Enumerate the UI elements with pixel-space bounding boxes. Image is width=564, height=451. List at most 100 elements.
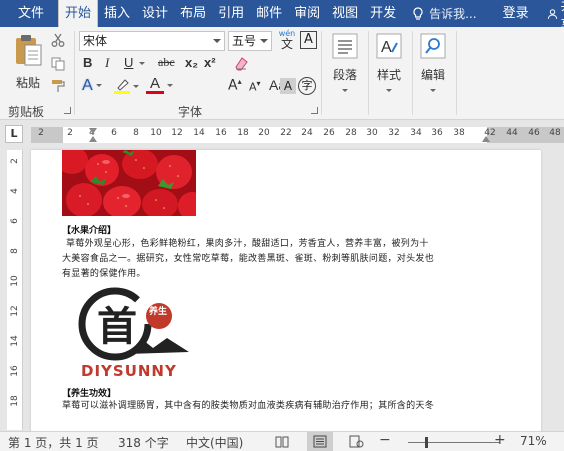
- tab-design[interactable]: 设计: [136, 0, 174, 27]
- shrink-font-button[interactable]: A▾: [249, 79, 261, 94]
- tab-file[interactable]: 文件: [0, 0, 58, 27]
- logo-character: 首: [97, 303, 137, 350]
- highlight-button[interactable]: [113, 77, 139, 98]
- print-layout-icon: [313, 435, 327, 448]
- group-divider: [412, 31, 413, 115]
- underline-button[interactable]: U: [124, 55, 133, 70]
- italic-button[interactable]: I: [105, 55, 109, 71]
- print-layout-button[interactable]: [307, 432, 333, 451]
- right-indent-marker[interactable]: [482, 136, 490, 142]
- vertical-ruler-number: 6: [10, 218, 20, 224]
- tab-home[interactable]: 开始: [58, 0, 99, 27]
- font-name-combo[interactable]: 宋体: [79, 31, 225, 51]
- editing-button[interactable]: 编辑: [414, 33, 452, 97]
- tab-review[interactable]: 审阅: [288, 0, 326, 27]
- word-count[interactable]: 318 个字: [118, 434, 169, 451]
- paragraph-button[interactable]: 段落: [326, 33, 364, 97]
- paragraph-line: 草莓外观呈心形，色彩鲜艳粉红，果肉多汁，酸甜适口，芳香宜人，营养丰富，被列为十: [66, 239, 429, 249]
- copy-icon[interactable]: [51, 57, 65, 71]
- logo-text: DIYSUNNY: [81, 362, 177, 380]
- search-icon: [420, 33, 446, 59]
- text-effects-button[interactable]: A: [82, 77, 102, 95]
- zoom-slider-thumb[interactable]: [425, 437, 428, 448]
- first-line-indent-marker[interactable]: [89, 128, 97, 134]
- ruler-number: 8: [133, 128, 139, 138]
- web-layout-icon[interactable]: [349, 435, 364, 448]
- ruler-row: L 2 2 4 6 8 10 12 14 16 18 20 22 24 26 28 30 32 34 36 38 42 4…: [0, 120, 564, 148]
- superscript-button[interactable]: x²: [204, 55, 216, 70]
- document-page[interactable]: 【水果介绍】 草莓外观呈心形，色彩鲜艳粉红，果肉多汁，酸甜适口，芳香宜人，营养丰…: [31, 150, 541, 431]
- ribbon-home: 粘贴 剪贴板 宋体 五号 wén 文 A B I U abc x₂ x² A A…: [0, 27, 564, 120]
- phonetic-guide-button[interactable]: wén 文: [277, 29, 297, 51]
- bold-button[interactable]: B: [83, 55, 92, 70]
- diysunny-logo[interactable]: 首 养生 DIYSUNNY: [75, 284, 195, 380]
- ruler-number: 10: [150, 128, 162, 138]
- strawberry-image[interactable]: [62, 150, 196, 216]
- strikethrough-button[interactable]: abc: [158, 55, 175, 70]
- login-link[interactable]: 登录: [497, 0, 535, 27]
- group-divider: [74, 31, 75, 115]
- document-area[interactable]: 【水果介绍】 草莓外观呈心形，色彩鲜艳粉红，果肉多汁，酸甜适口，芳香宜人，营养丰…: [24, 148, 564, 431]
- tab-references[interactable]: 引用: [212, 0, 250, 27]
- ruler-number: 22: [280, 128, 292, 138]
- ruler-number: 30: [366, 128, 378, 138]
- editing-label: 编辑: [420, 68, 445, 82]
- highlighter-icon: [114, 79, 130, 94]
- ruler-number: 16: [215, 128, 227, 138]
- zoom-level[interactable]: 71%: [520, 434, 547, 448]
- char-border-button[interactable]: A: [300, 31, 317, 49]
- read-mode-icon[interactable]: [275, 435, 289, 448]
- font-size-combo[interactable]: 五号: [228, 31, 272, 51]
- font-color-button[interactable]: A: [146, 76, 173, 94]
- vertical-ruler-number: 4: [10, 188, 20, 194]
- enclose-char-button[interactable]: 字: [298, 77, 316, 95]
- styles-button[interactable]: A 样式: [370, 33, 408, 97]
- section-heading-health: 【养生功效】: [62, 389, 117, 399]
- tab-selector[interactable]: L: [5, 125, 23, 143]
- phonetic-char: 文: [280, 37, 293, 51]
- format-painter-icon[interactable]: [51, 79, 65, 93]
- tab-view[interactable]: 视图: [326, 0, 364, 27]
- tell-me-search[interactable]: 告诉我...: [412, 5, 477, 22]
- tab-mailings[interactable]: 邮件: [250, 0, 288, 27]
- logo-badge-text: 养生: [148, 305, 167, 317]
- paragraph-health: 草莓可以滋补调理肠胃，其中含有的胺类物质对血液类疾病有辅助治疗作用；其所含的天冬: [62, 399, 522, 414]
- grow-font-button[interactable]: A▴: [228, 77, 242, 94]
- paragraph-line: 大美容食品之一。据研究，女性常吃草莓，能改善黑斑、雀斑、粉刺等肌肤问题，对头发也: [62, 254, 435, 264]
- vertical-ruler-number: 10: [10, 275, 20, 287]
- cut-icon[interactable]: [51, 33, 65, 47]
- clear-formatting-icon[interactable]: [233, 55, 249, 71]
- ribbon-tab-bar: 文件 开始 插入 设计 布局 引用 邮件 审阅 视图 开发 告诉我... 登录 …: [0, 0, 564, 33]
- ruler-number: 2: [38, 128, 44, 138]
- ruler-number: 34: [410, 128, 422, 138]
- underline-dropdown-icon[interactable]: [139, 62, 145, 65]
- tab-layout[interactable]: 布局: [174, 0, 212, 27]
- ruler-number: 44: [506, 128, 518, 138]
- left-indent-marker[interactable]: [89, 136, 97, 142]
- tab-developer[interactable]: 开发: [364, 0, 402, 27]
- styles-label: 样式: [376, 68, 401, 82]
- font-name-value: 宋体: [83, 34, 108, 48]
- group-divider: [368, 31, 369, 115]
- tab-insert[interactable]: 插入: [98, 0, 136, 27]
- clipboard-launcher[interactable]: [64, 107, 71, 114]
- ruler-number: 46: [528, 128, 540, 138]
- vertical-ruler[interactable]: 2 4 6 8 10 12 14 16 18: [7, 150, 23, 430]
- paragraph-icon: [332, 33, 358, 59]
- tell-me-text: 告诉我...: [429, 7, 477, 21]
- char-shading-button[interactable]: A: [280, 78, 296, 94]
- zoom-slider[interactable]: [408, 442, 500, 443]
- page-count[interactable]: 第 1 页，共 1 页: [8, 434, 99, 451]
- language-indicator[interactable]: 中文(中国): [186, 434, 243, 451]
- font-launcher[interactable]: [311, 107, 318, 114]
- subscript-button[interactable]: x₂: [185, 55, 198, 70]
- ruler-number: 38: [453, 128, 465, 138]
- text-effects-a: A: [82, 77, 93, 94]
- horizontal-ruler[interactable]: 2 2 4 6 8 10 12 14 16 18 20 22 24 26 28 30 32 34 36 38 42 44 4…: [31, 127, 564, 143]
- clipboard-group-label: 剪贴板: [8, 105, 45, 119]
- zoom-out-button[interactable]: −: [379, 432, 391, 448]
- group-divider: [456, 31, 457, 115]
- zoom-in-button[interactable]: +: [494, 432, 506, 448]
- font-group-label: 字体: [178, 105, 203, 119]
- paste-button[interactable]: 粘贴: [8, 33, 48, 91]
